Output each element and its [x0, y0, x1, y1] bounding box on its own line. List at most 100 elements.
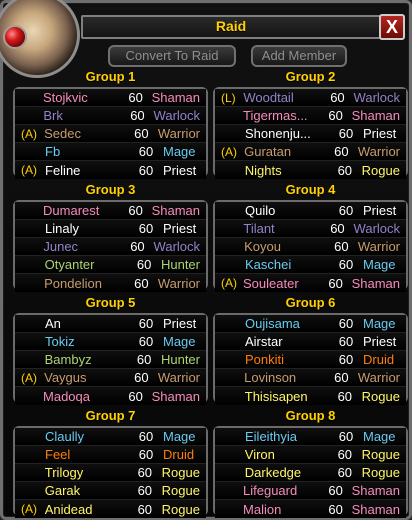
member-class: Rogue [161, 483, 200, 498]
member-level: 60 [337, 388, 353, 404]
member-name: Trilogy [44, 465, 84, 480]
raid-member-row[interactable]: Thisisapen 60 Rogue [215, 387, 406, 405]
title-bar[interactable]: Raid [81, 15, 381, 39]
member-name: Malion [243, 501, 282, 517]
raid-member-row[interactable]: Brk 60 Warlock [15, 107, 206, 125]
member-name: Stojkvic [43, 90, 88, 105]
member-level: 60 [138, 429, 154, 444]
member-class: Shaman [351, 108, 400, 123]
group-member-list: Oujisama 60 Mage Airstar 60 Priest Ponkiti 60 Dr… [213, 313, 408, 405]
member-level: 60 [338, 257, 354, 272]
member-class: Druid [363, 352, 395, 367]
member-class: Rogue [361, 465, 400, 480]
raid-member-row[interactable]: (A) Vaygus 60 Warrior [15, 369, 206, 387]
raid-group-5: Group 5 An 60 Priest Tokiz 60 Mage Bambyz 60 Hunt… [13, 295, 208, 405]
member-name: Dumarest [43, 203, 100, 218]
group-title: Group 6 [285, 295, 336, 310]
raid-member-row[interactable]: Bambyz 60 Hunter [15, 351, 206, 369]
raid-member-row[interactable]: Airstar 60 Priest [215, 333, 406, 351]
raid-member-row[interactable]: Koyou 60 Warrior [215, 238, 406, 256]
member-level: 60 [128, 90, 143, 105]
member-level: 60 [138, 162, 154, 178]
raid-member-row[interactable]: Dumarest 60 Shaman [15, 202, 206, 220]
raid-member-row[interactable]: (A) Anidead 60 Rogue [15, 500, 206, 518]
raid-member-row[interactable]: Trilogy 60 Rogue [15, 464, 206, 482]
member-name: Nights [244, 162, 282, 178]
member-level: 60 [338, 352, 354, 367]
raid-member-row[interactable]: Kaschei 60 Mage [215, 256, 406, 274]
member-class: Hunter [160, 352, 200, 367]
raid-member-row[interactable]: Tokiz 60 Mage [15, 333, 206, 351]
member-class: Priest [363, 334, 397, 349]
raid-member-row[interactable]: Fb 60 Mage [15, 143, 206, 161]
group-title: Group 4 [285, 182, 336, 197]
member-level: 60 [337, 162, 353, 178]
raid-member-row[interactable]: (A) Feline 60 Priest [15, 161, 206, 179]
member-class: Shaman [151, 388, 200, 404]
raid-member-row[interactable]: Stojkvic 60 Shaman [15, 89, 206, 107]
member-level: 60 [338, 334, 354, 349]
member-rank-tag: (A) [221, 276, 237, 290]
raid-member-row[interactable]: Feel 60 Druid [15, 446, 206, 464]
window-title: Raid [215, 18, 247, 34]
raid-member-row[interactable]: (L) Woodtail 60 Warlock [215, 89, 406, 107]
convert-to-raid-button[interactable]: Convert To Raid [108, 45, 236, 67]
raid-member-row[interactable]: Lovinson 60 Warrior [215, 369, 406, 387]
member-class: Shaman [351, 275, 400, 291]
member-name: Sedec [44, 126, 81, 141]
group-title: Group 2 [285, 69, 336, 84]
member-level: 60 [334, 370, 349, 385]
member-name: Ponkiti [245, 352, 285, 367]
raid-member-row[interactable]: Darkedge 60 Rogue [215, 464, 406, 482]
raid-member-row[interactable]: Tilant 60 Warlock [215, 220, 406, 238]
member-class: Priest [163, 162, 197, 178]
raid-frame: Raid X Convert To Raid Add Member Group … [0, 0, 412, 520]
raid-member-row[interactable]: Malion 60 Shaman [215, 500, 406, 518]
member-level: 60 [337, 465, 353, 480]
group-member-list: Dumarest 60 Shaman Linaly 60 Priest Junec 60 War… [13, 200, 208, 292]
raid-member-row[interactable]: Nights 60 Rogue [215, 161, 406, 179]
raid-member-row[interactable]: Ponkiti 60 Druid [215, 351, 406, 369]
member-level: 60 [128, 388, 143, 404]
member-name: Anidead [44, 501, 93, 517]
member-class: Warrior [157, 126, 200, 141]
raid-member-row[interactable]: (A) Guratan 60 Warrior [215, 143, 406, 161]
member-class: Shaman [151, 203, 200, 218]
member-rank-tag: (A) [21, 370, 37, 385]
member-level: 60 [134, 126, 149, 141]
raid-group-6: Group 6 Oujisama 60 Mage Airstar 60 Priest Ponk… [213, 295, 408, 405]
raid-member-row[interactable]: Madoqa 60 Shaman [15, 387, 206, 405]
raid-member-row[interactable]: Shonenju... 60 Priest [215, 125, 406, 143]
raid-member-row[interactable]: Viron 60 Rogue [215, 446, 406, 464]
raid-member-row[interactable]: (A) Sedec 60 Warrior [15, 125, 206, 143]
member-class: Hunter [160, 257, 200, 272]
member-level: 60 [137, 501, 153, 517]
member-name: Souleater [243, 275, 299, 291]
raid-member-row[interactable]: Pondelion 60 Warrior [15, 274, 206, 292]
raid-member-row[interactable]: Lifeguard 60 Shaman [215, 482, 406, 500]
raid-member-row[interactable]: Tigermas... 60 Shaman [215, 107, 406, 125]
group-title: Group 7 [85, 408, 136, 423]
member-level: 60 [337, 447, 353, 462]
raid-member-row[interactable]: Eileithyia 60 Mage [215, 428, 406, 446]
raid-member-row[interactable]: Linaly 60 Priest [15, 220, 206, 238]
member-level: 60 [338, 203, 354, 218]
raid-member-row[interactable]: Otyanter 60 Hunter [15, 256, 206, 274]
close-button[interactable]: X [379, 14, 405, 40]
raid-member-row[interactable]: An 60 Priest [15, 315, 206, 333]
raid-member-row[interactable]: Oujisama 60 Mage [215, 315, 406, 333]
member-class: Druid [163, 447, 195, 462]
raid-member-row[interactable]: Junec 60 Warlock [15, 238, 206, 256]
member-class: Warrior [157, 275, 200, 291]
member-name: Madoqa [43, 388, 90, 404]
member-name: Brk [43, 108, 63, 123]
member-name: Lifeguard [243, 483, 298, 498]
raid-member-row[interactable]: Claully 60 Mage [15, 428, 206, 446]
member-name: Pondelion [44, 275, 102, 291]
member-class: Rogue [361, 388, 400, 404]
member-class: Mage [163, 334, 196, 349]
raid-member-row[interactable]: Quilo 60 Priest [215, 202, 406, 220]
raid-member-row[interactable]: (A) Souleater 60 Shaman [215, 274, 406, 292]
raid-member-row[interactable]: Garak 60 Rogue [15, 482, 206, 500]
add-member-button[interactable]: Add Member [251, 45, 347, 67]
